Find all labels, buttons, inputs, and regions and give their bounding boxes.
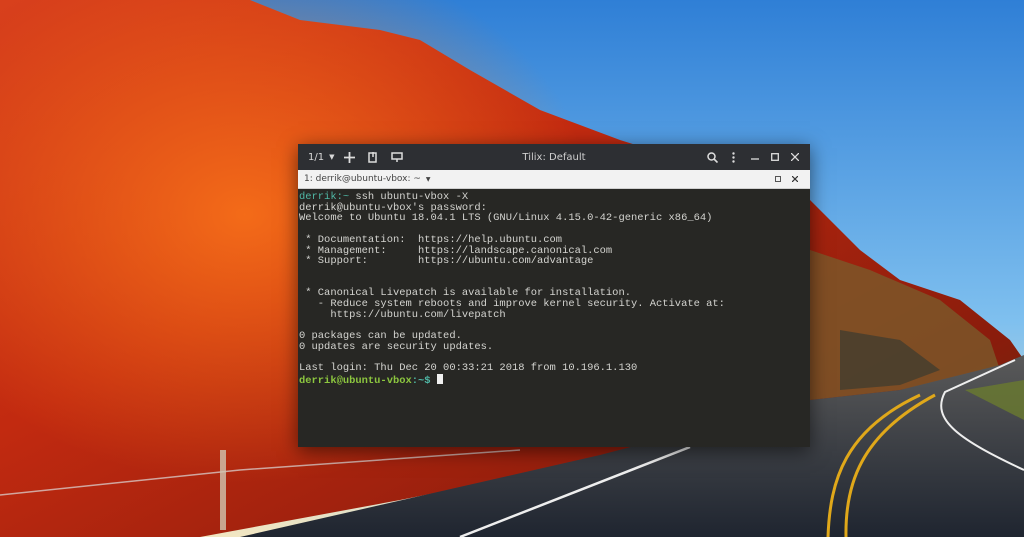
terminal-line: * Support: https://ubuntu.com/advantage [299,256,810,267]
terminal-line: Welcome to Ubuntu 18.04.1 LTS (GNU/Linux… [299,213,810,224]
terminal-tab[interactable]: 1: derrik@ubuntu-vbox: ~ ▼ [304,174,431,184]
terminal-line-text: Last login: Thu Dec 20 00:33:21 2018 fro… [299,362,638,375]
minimize-icon [751,158,759,160]
chevron-down-icon: ▼ [329,153,335,161]
current-prompt-path: :~$ [411,374,437,387]
terminal-line: 0 updates are security updates. [299,340,810,353]
close-button[interactable] [791,144,799,170]
split-horizontal-icon [391,152,404,162]
terminal-line-text: 0 updates are security updates. [299,340,494,353]
search-icon [707,151,718,163]
title-bar: 1/1 ▼ Tilix: Default [298,144,810,170]
terminal-line: Last login: Thu Dec 20 00:33:21 2018 fro… [299,363,810,374]
menu-button[interactable] [732,144,735,170]
current-prompt-user: derrik@ubuntu-vbox [299,374,412,387]
session-switcher-button[interactable]: 1/1 ▼ [308,144,334,170]
text-cursor [436,373,443,384]
chevron-down-icon[interactable]: ▼ [426,176,431,183]
terminal-line-text: Welcome to Ubuntu 18.04.1 LTS (GNU/Linux… [299,212,713,225]
terminal-tab-label: 1: derrik@ubuntu-vbox: ~ [304,174,421,184]
session-counter: 1/1 [308,151,325,163]
minimize-button[interactable] [751,144,759,170]
terminal-tab-bar: 1: derrik@ubuntu-vbox: ~ ▼ [298,170,810,189]
terminal-line: https://ubuntu.com/livepatch [299,308,810,321]
terminal-line-text: https://ubuntu.com/livepatch [299,308,506,321]
maximize-icon [771,153,779,161]
current-prompt-line[interactable]: derrik@ubuntu-vbox:~$ [299,373,810,387]
maximize-button[interactable] [771,144,779,170]
terminal-line-text: * Support: https://ubuntu.com/advantage [299,255,594,268]
split-vertical-button[interactable] [368,144,378,170]
add-icon [344,151,356,163]
add-session-button[interactable] [344,144,356,170]
close-icon [791,153,799,161]
maximize-terminal-icon[interactable] [775,176,781,182]
search-button[interactable] [707,144,718,170]
terminal-output[interactable]: derrik:~ ssh ubuntu-vbox -X derrik@ubuntu… [298,189,810,387]
split-icon [368,151,378,163]
split-horizontal-button[interactable] [391,144,404,170]
close-terminal-icon[interactable] [792,176,798,182]
tilix-terminal-window: 1/1 ▼ Tilix: Default 1: derrik@ubuntu-vb… [298,144,810,447]
menu-icon [732,151,735,163]
